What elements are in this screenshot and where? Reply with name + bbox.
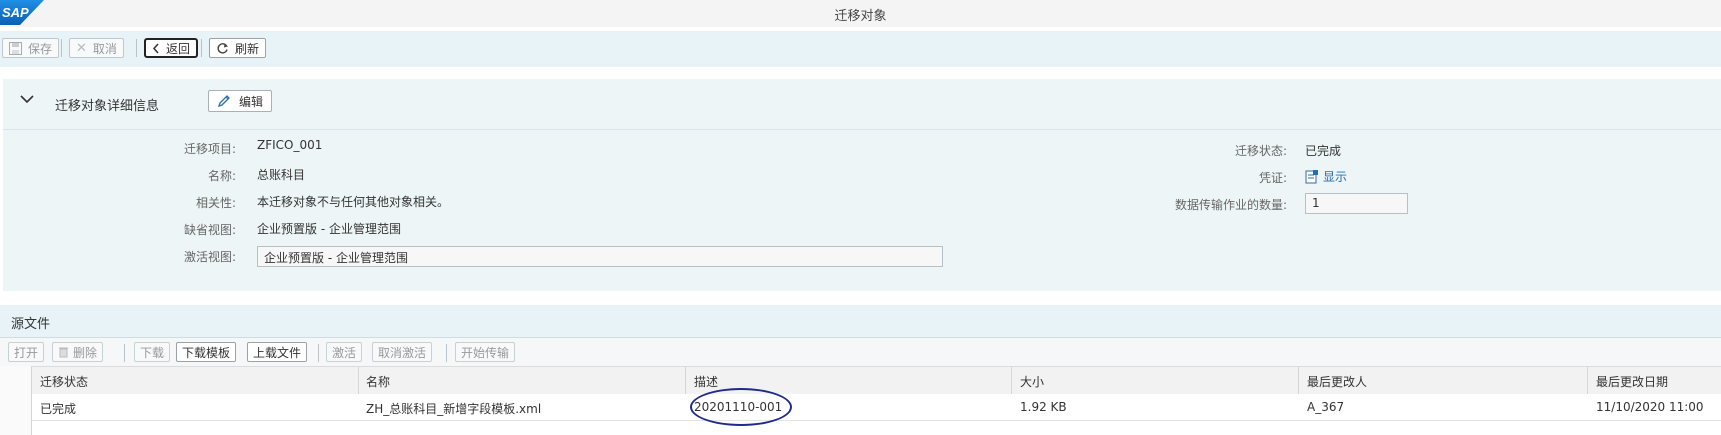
save-label: 保存 <box>28 41 53 56</box>
upload-file-button[interactable]: 上载文件 <box>247 342 308 362</box>
row-status: 已完成 <box>40 402 77 416</box>
refresh-icon <box>217 42 228 53</box>
active-view-label: 激活视图: <box>183 250 236 264</box>
row-changed-by: A_367 <box>1307 400 1345 414</box>
migration-project-label: 迁移项目: <box>183 142 236 156</box>
default-view-value: 企业预置版 - 企业管理范围 <box>257 222 401 236</box>
chevron-left-icon <box>152 43 159 53</box>
voucher-label: 凭证: <box>1258 171 1287 185</box>
details-header: 迁移对象详细信息 编辑 <box>3 79 1721 130</box>
row-size: 1.92 KB <box>1020 400 1067 414</box>
table-header: 迁移状态 名称 描述 大小 最后更改人 最后更改日期 <box>0 366 1721 395</box>
column-header-size[interactable]: 大小 <box>1020 373 1044 390</box>
column-header-name[interactable]: 名称 <box>366 373 390 390</box>
section-title: 迁移对象详细信息 <box>55 99 160 114</box>
toolbar-divider <box>61 39 62 57</box>
source-files-toolbar: 打开 删除 下载 下载模板 上载文件 激活 取消激活 开始传输 <box>0 338 1721 366</box>
save-icon <box>9 41 22 55</box>
document-icon <box>1305 170 1318 184</box>
dependency-label: 相关性: <box>195 196 236 210</box>
refresh-button[interactable]: 刷新 <box>209 38 267 58</box>
start-transfer-label: 开始传输 <box>461 345 510 360</box>
save-button[interactable]: 保存 <box>2 38 60 58</box>
download-template-label: 下载模板 <box>182 345 231 360</box>
column-header-description[interactable]: 描述 <box>694 373 718 390</box>
window-title: 迁移对象 <box>834 9 887 24</box>
column-divider <box>685 367 686 394</box>
back-label: 返回 <box>166 41 191 56</box>
column-divider <box>1298 367 1299 394</box>
edit-button[interactable]: 编辑 <box>208 90 273 112</box>
activate-button[interactable]: 激活 <box>326 342 363 362</box>
pencil-icon <box>217 95 230 108</box>
active-view-field[interactable]: 企业预置版 - 企业管理范围 <box>257 246 943 267</box>
refresh-label: 刷新 <box>235 41 260 56</box>
source-files-header: 源文件 <box>0 305 1721 338</box>
download-label: 下载 <box>140 345 165 360</box>
column-header-changed-on[interactable]: 最后更改日期 <box>1596 373 1668 390</box>
deactivate-label: 取消激活 <box>378 345 427 360</box>
deactivate-button[interactable]: 取消激活 <box>372 342 433 362</box>
details-panel: 迁移对象详细信息 编辑 迁移项目: ZFICO_001 名称: 总账科目 相关性… <box>3 79 1721 291</box>
title-bar: SAP 迁移对象 <box>0 0 1721 27</box>
name-label: 名称: <box>207 169 236 183</box>
trash-icon <box>59 347 68 358</box>
row-changed-on: 11/10/2020 11:00 <box>1596 400 1704 414</box>
column-divider <box>358 367 359 394</box>
back-button[interactable]: 返回 <box>144 38 199 58</box>
download-template-button[interactable]: 下载模板 <box>176 342 237 362</box>
table-row[interactable]: 已完成 ZH_总账科目_新增字段模板.xml 20201110-001 1.92… <box>0 394 1721 421</box>
toolbar-divider <box>136 39 137 57</box>
open-label: 打开 <box>14 345 39 360</box>
transfer-jobs-field[interactable]: 1 <box>1305 193 1408 214</box>
voucher-display-label: 显示 <box>1323 170 1348 184</box>
open-button[interactable]: 打开 <box>8 342 45 362</box>
cancel-button[interactable]: ✕ 取消 <box>69 38 124 58</box>
main-toolbar: 保存 ✕ 取消 返回 刷新 <box>0 31 1721 67</box>
transfer-jobs-label: 数据传输作业的数量: <box>1174 198 1287 212</box>
delete-button[interactable]: 删除 <box>52 342 104 362</box>
edit-label: 编辑 <box>239 94 264 109</box>
toolbar-divider <box>124 344 125 362</box>
toolbar-divider <box>446 344 447 362</box>
column-header-status[interactable]: 迁移状态 <box>40 373 88 390</box>
activate-label: 激活 <box>332 345 357 360</box>
name-value: 总账科目 <box>257 168 306 182</box>
dependency-value: 本迁移对象不与任何其他对象相关。 <box>257 195 450 209</box>
download-button[interactable]: 下载 <box>134 342 171 362</box>
close-icon: ✕ <box>76 40 87 56</box>
cancel-label: 取消 <box>92 41 117 56</box>
column-divider <box>1587 367 1588 394</box>
row-selector-column[interactable] <box>0 366 32 435</box>
chevron-down-icon[interactable] <box>19 93 35 105</box>
row-file-name-link[interactable]: ZH_总账科目_新增字段模板.xml <box>366 400 541 417</box>
voucher-display-link[interactable]: 显示 <box>1305 168 1347 185</box>
default-view-label: 缺省视图: <box>183 223 236 237</box>
upload-file-label: 上载文件 <box>253 345 302 360</box>
delete-label: 删除 <box>73 345 98 360</box>
column-divider <box>1011 367 1012 394</box>
migration-project-value: ZFICO_001 <box>257 138 323 152</box>
column-header-changed-by[interactable]: 最后更改人 <box>1307 373 1367 390</box>
toolbar-divider <box>318 344 319 362</box>
annotation-ellipse <box>690 388 792 426</box>
migration-status-label: 迁移状态: <box>1234 144 1287 158</box>
migration-status-value: 已完成 <box>1305 144 1342 158</box>
source-files-title: 源文件 <box>11 317 51 332</box>
toolbar-divider <box>201 39 202 57</box>
start-transfer-button[interactable]: 开始传输 <box>455 342 516 362</box>
